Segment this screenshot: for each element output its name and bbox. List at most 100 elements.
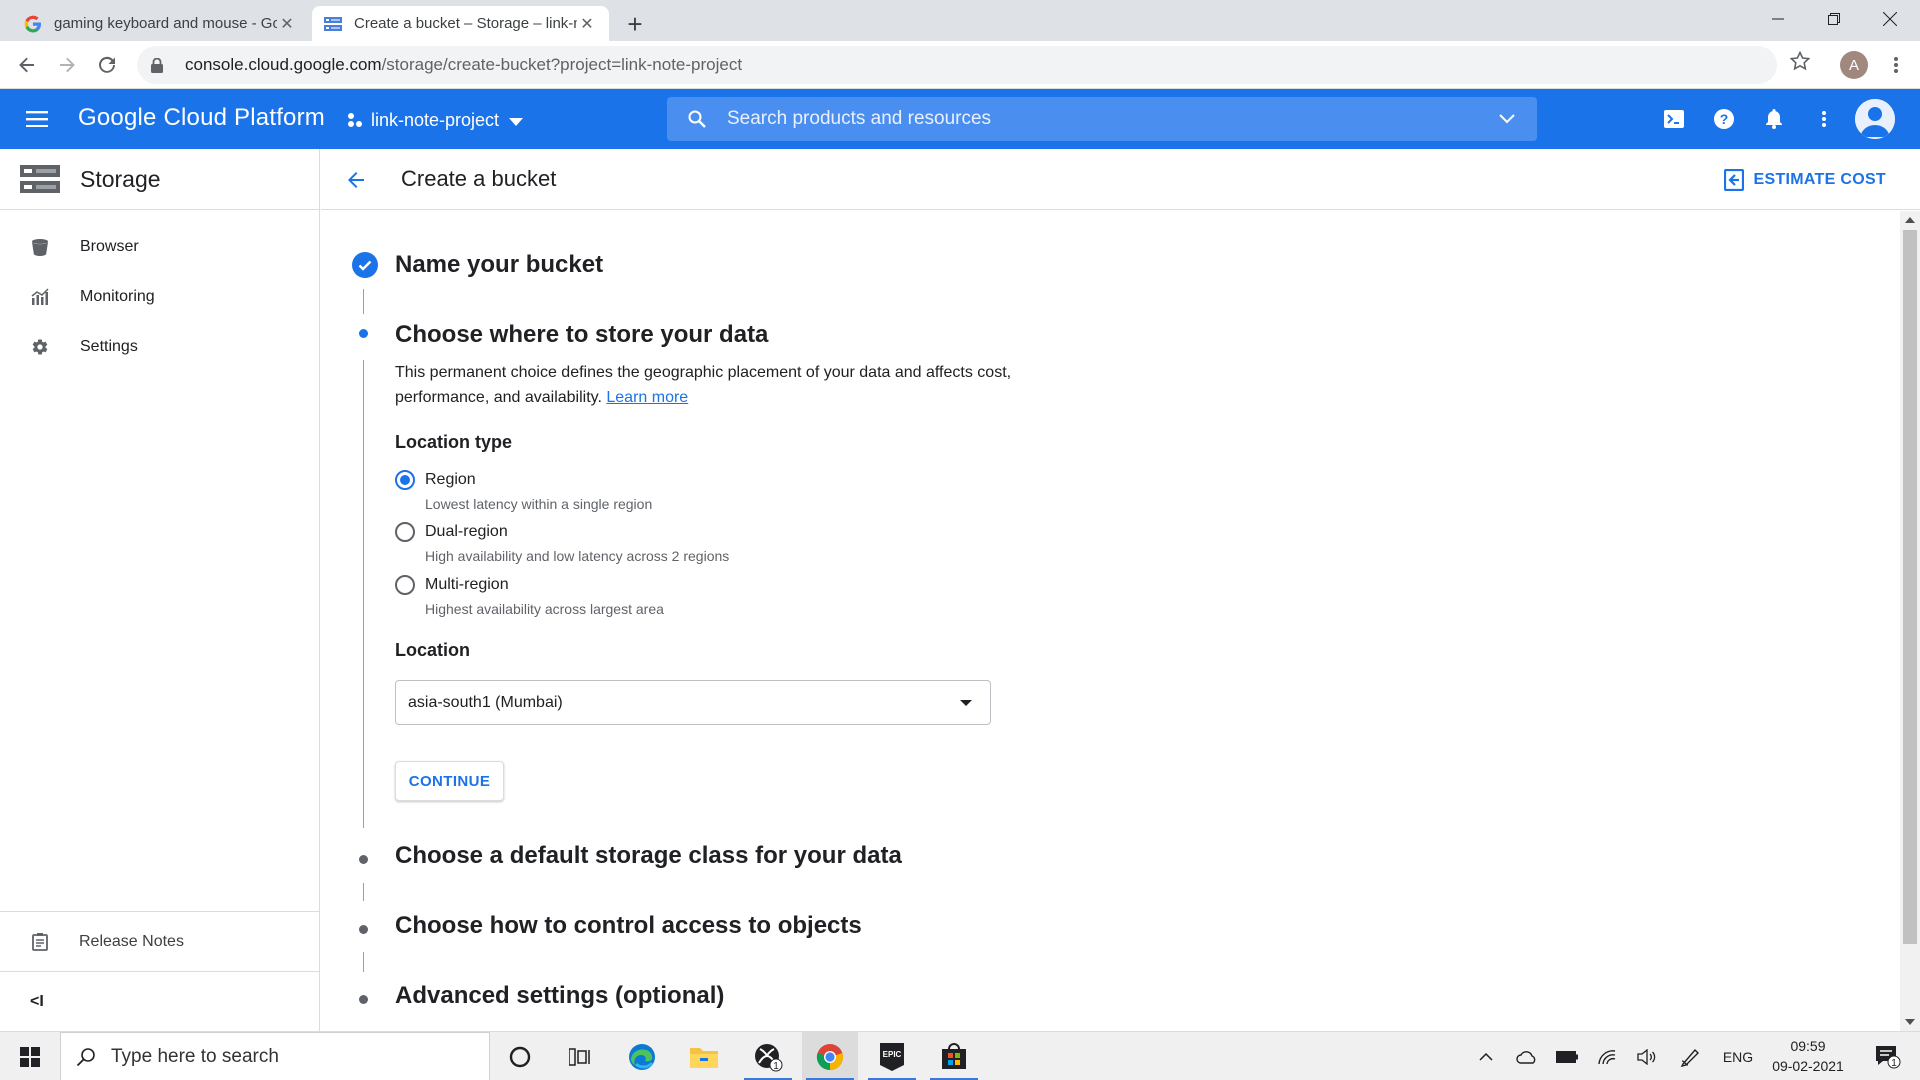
location-select[interactable]: asia-south1 (Mumbai) bbox=[395, 680, 991, 725]
step-storage-class[interactable]: Choose a default storage class for your … bbox=[395, 842, 902, 870]
step-access-control[interactable]: Choose how to control access to objects bbox=[395, 912, 862, 940]
back-arrow-icon[interactable] bbox=[340, 164, 372, 196]
help-icon[interactable]: ? bbox=[1708, 103, 1740, 135]
step-complete-check-icon bbox=[352, 252, 378, 278]
restore-window-icon[interactable] bbox=[1806, 0, 1862, 38]
minimize-window-icon[interactable] bbox=[1750, 0, 1806, 38]
project-selector[interactable]: link-note-project bbox=[347, 105, 524, 135]
gcp-header: Google Cloud Platform link-note-project … bbox=[0, 89, 1920, 149]
scroll-up-arrow-icon[interactable] bbox=[1905, 217, 1915, 223]
close-tab-icon[interactable]: ✕ bbox=[577, 14, 597, 34]
stepper-connector bbox=[363, 883, 364, 901]
reload-icon[interactable] bbox=[91, 49, 123, 81]
step-name-bucket[interactable]: Name your bucket bbox=[395, 251, 603, 279]
taskbar-search-box[interactable]: Type here to search bbox=[60, 1032, 490, 1080]
close-window-icon[interactable] bbox=[1862, 0, 1918, 38]
svg-text:?: ? bbox=[1720, 111, 1729, 127]
task-view-icon[interactable] bbox=[552, 1032, 608, 1080]
radio-region[interactable]: Region Lowest latency within a single re… bbox=[395, 469, 652, 514]
lock-icon[interactable] bbox=[151, 57, 171, 73]
svg-text:EPIC: EPIC bbox=[883, 1050, 902, 1059]
sidebar-item-label: Settings bbox=[80, 338, 138, 355]
sidebar-header: Storage bbox=[0, 149, 319, 210]
tab-title: gaming keyboard and mouse - Google Searc… bbox=[54, 15, 277, 32]
chrome-app-icon[interactable] bbox=[802, 1032, 858, 1080]
windows-start-icon[interactable] bbox=[0, 1032, 60, 1080]
battery-icon[interactable] bbox=[1552, 1032, 1582, 1080]
action-center-notification-icon[interactable]: 1 bbox=[1866, 1032, 1910, 1080]
cortana-icon[interactable] bbox=[492, 1032, 548, 1080]
input-language[interactable]: ENG bbox=[1720, 1032, 1756, 1080]
show-hidden-icons-chevron-icon[interactable] bbox=[1472, 1032, 1500, 1080]
step-dot bbox=[359, 995, 368, 1004]
collapse-sidebar-button[interactable]: <I bbox=[0, 971, 319, 1031]
microsoft-store-icon[interactable] bbox=[926, 1032, 982, 1080]
estimate-cost-button[interactable]: ESTIMATE COST bbox=[1723, 165, 1887, 195]
xbox-app-icon[interactable]: 1 bbox=[740, 1032, 796, 1080]
radio-dual-region[interactable]: Dual-region High availability and low la… bbox=[395, 521, 729, 566]
edge-browser-icon[interactable] bbox=[614, 1032, 670, 1080]
radio-label: Multi-region bbox=[425, 576, 509, 593]
page-title: Create a bucket bbox=[401, 166, 557, 191]
address-bar[interactable]: console.cloud.google.com/storage/create-… bbox=[137, 46, 1777, 84]
forward-arrow-icon[interactable] bbox=[51, 49, 83, 81]
location-type-heading: Location type bbox=[395, 432, 513, 452]
expand-search-icon[interactable] bbox=[1477, 114, 1537, 124]
step-dot bbox=[359, 925, 368, 934]
wifi-icon[interactable] bbox=[1592, 1032, 1622, 1080]
continue-button[interactable]: CONTINUE bbox=[395, 761, 504, 801]
cloud-shell-icon[interactable] bbox=[1658, 103, 1690, 135]
epic-games-icon[interactable]: EPIC bbox=[864, 1032, 920, 1080]
user-avatar[interactable] bbox=[1855, 99, 1895, 139]
release-notes-link[interactable]: Release Notes bbox=[0, 911, 319, 971]
location-select-value: asia-south1 (Mumbai) bbox=[408, 693, 563, 711]
gcp-logo[interactable]: Google Cloud Platform bbox=[78, 104, 325, 132]
project-hierarchy-icon bbox=[347, 112, 363, 128]
step-advanced-settings[interactable]: Advanced settings (optional) bbox=[395, 982, 724, 1010]
scrollbar-thumb[interactable] bbox=[1903, 230, 1917, 944]
url-text: console.cloud.google.com/storage/create-… bbox=[185, 55, 743, 74]
taskbar-clock[interactable]: 09:59 09-02-2021 bbox=[1760, 1036, 1856, 1076]
radio-sublabel: Highest availability across largest area bbox=[425, 601, 664, 617]
radio-multi-region[interactable]: Multi-region Highest availability across… bbox=[395, 574, 664, 619]
chart-icon bbox=[0, 288, 80, 306]
learn-more-link[interactable]: Learn more bbox=[606, 389, 688, 406]
gcp-search-bar[interactable] bbox=[667, 97, 1537, 141]
sidebar-item-monitoring[interactable]: Monitoring bbox=[0, 272, 319, 322]
estimate-cost-icon bbox=[1723, 169, 1744, 191]
volume-icon[interactable] bbox=[1632, 1032, 1662, 1080]
sidebar-item-browser[interactable]: Browser bbox=[0, 222, 319, 272]
close-tab-icon[interactable]: ✕ bbox=[277, 14, 297, 34]
search-input[interactable] bbox=[727, 108, 1477, 130]
pen-workspace-icon[interactable] bbox=[1676, 1032, 1706, 1080]
sidebar-footer: Release Notes <I bbox=[0, 911, 319, 1031]
radio-button[interactable] bbox=[395, 522, 415, 542]
step-location[interactable]: Choose where to store your data bbox=[395, 321, 768, 349]
chrome-profile-avatar[interactable]: A bbox=[1840, 51, 1868, 79]
browser-tab-create-bucket[interactable]: Create a bucket – Storage – link-note-pr… bbox=[312, 6, 609, 41]
main-content: Create a bucket ESTIMATE COST Name your … bbox=[321, 149, 1920, 1031]
page-header: Create a bucket ESTIMATE COST bbox=[321, 149, 1920, 210]
browser-toolbar: console.cloud.google.com/storage/create-… bbox=[0, 41, 1920, 89]
chrome-menu-icon[interactable] bbox=[1880, 49, 1912, 81]
browser-tab-strip: gaming keyboard and mouse - Google Searc… bbox=[0, 0, 1920, 41]
storage-sidebar: Storage Browser Monitoring Settings Rele… bbox=[0, 149, 320, 1031]
bucket-icon bbox=[0, 238, 80, 256]
radio-sublabel: High availability and low latency across… bbox=[425, 548, 730, 564]
step-description: This permanent choice defines the geogra… bbox=[395, 360, 1015, 410]
scroll-down-arrow-icon[interactable] bbox=[1905, 1019, 1915, 1025]
sidebar-item-settings[interactable]: Settings bbox=[0, 322, 319, 372]
back-arrow-icon[interactable] bbox=[11, 49, 43, 81]
browser-tab-google-search[interactable]: gaming keyboard and mouse - Google Searc… bbox=[12, 6, 309, 41]
hamburger-menu-icon[interactable] bbox=[22, 104, 52, 134]
radio-button-selected[interactable] bbox=[395, 470, 415, 490]
new-tab-button[interactable]: + bbox=[620, 9, 650, 39]
radio-button[interactable] bbox=[395, 575, 415, 595]
taskbar-search-placeholder: Type here to search bbox=[111, 1045, 279, 1067]
file-explorer-icon[interactable] bbox=[676, 1032, 732, 1080]
page-scrollbar[interactable] bbox=[1900, 211, 1920, 1031]
notifications-bell-icon[interactable] bbox=[1758, 103, 1790, 135]
more-options-icon[interactable] bbox=[1808, 103, 1840, 135]
onedrive-cloud-icon[interactable] bbox=[1512, 1032, 1542, 1080]
radio-label: Dual-region bbox=[425, 523, 508, 540]
